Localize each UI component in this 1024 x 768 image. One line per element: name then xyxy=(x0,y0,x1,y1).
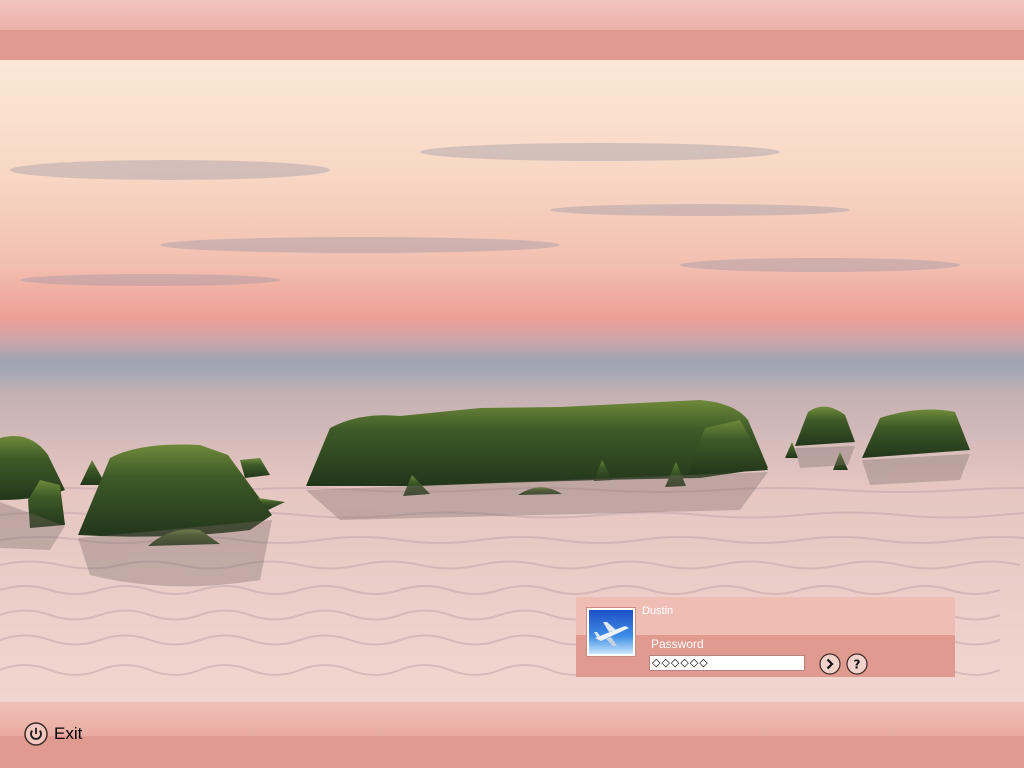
password-label: Password xyxy=(651,637,704,651)
svg-text:?: ? xyxy=(854,658,861,672)
question-mark-icon: ? xyxy=(846,653,868,675)
exit-button[interactable]: Exit xyxy=(24,722,82,746)
password-input[interactable]: ◇◇◇◇◇◇ xyxy=(649,655,805,671)
user-name: Dustin xyxy=(642,605,674,617)
bottom-banner-dark xyxy=(0,736,1024,768)
airplane-icon xyxy=(589,610,633,654)
password-hint-button[interactable]: ? xyxy=(846,653,868,675)
exit-label: Exit xyxy=(54,724,83,743)
login-submit-button[interactable] xyxy=(819,653,841,675)
user-avatar[interactable] xyxy=(586,607,636,657)
bottom-banner-light xyxy=(0,702,1024,736)
power-icon xyxy=(24,722,48,746)
top-banner-dark xyxy=(0,30,1024,60)
arrow-right-icon xyxy=(819,653,841,675)
top-banner-light xyxy=(0,0,1024,30)
login-panel: Dustin Password ◇◇◇◇◇◇ ? xyxy=(576,597,955,677)
